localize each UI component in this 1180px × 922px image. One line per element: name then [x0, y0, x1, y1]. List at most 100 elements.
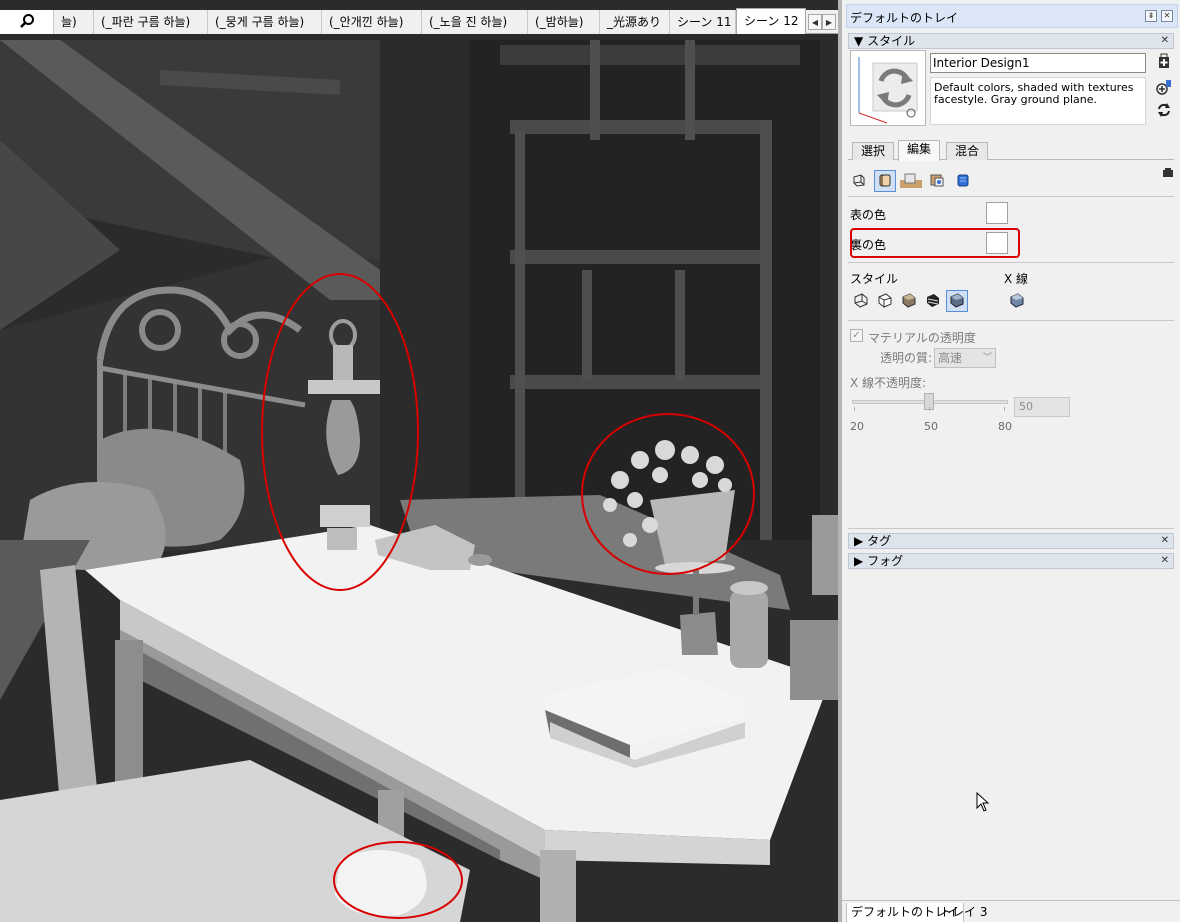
fog-section-title: フォグ	[867, 554, 904, 568]
create-style-icon	[1157, 53, 1171, 72]
scene-tab-active[interactable]: シーン 12	[736, 8, 806, 34]
3d-viewport[interactable]: 늘) (_파란 구름 하늘) (_뭉게 구름 하늘) (_안개낀 하늘) (_노…	[0, 0, 838, 922]
back-color-highlight	[850, 228, 1020, 258]
wireframe-icon	[853, 292, 869, 311]
slider-tick	[854, 407, 855, 411]
slider-tick	[929, 407, 930, 411]
shaded-icon	[901, 292, 917, 311]
scene-tab[interactable]: (_파란 구름 하늘)	[94, 10, 208, 34]
scroll-tabs-left-button[interactable]: ◀	[808, 14, 822, 30]
pin-button[interactable]: ⇟	[1145, 10, 1157, 22]
modeling-settings-button[interactable]	[952, 170, 974, 192]
tab-edit[interactable]: 編集	[898, 140, 941, 161]
default-tray: デフォルトのトレイ ⇟ ✕ ▼ スタイル ✕ Interior Design1 …	[838, 0, 1180, 922]
refresh-icon	[1156, 102, 1172, 121]
background-settings-button[interactable]	[900, 170, 922, 192]
fog-section-header[interactable]: ▶ フォグ ✕	[848, 553, 1174, 569]
search-icon	[19, 13, 35, 32]
scene-tab[interactable]: シーン 11	[670, 10, 736, 34]
hidden-line-icon	[877, 292, 893, 311]
close-section-icon[interactable]: ✕	[1161, 534, 1169, 548]
scene-tab[interactable]: 늘)	[54, 10, 94, 34]
background-settings-icon	[900, 172, 922, 191]
wireframe-button[interactable]	[850, 290, 872, 312]
scene-tab-bar: 늘) (_파란 구름 하늘) (_뭉게 구름 하늘) (_안개낀 하늘) (_노…	[0, 8, 838, 34]
transparency-quality-select[interactable]: 高速 ﹀	[934, 348, 996, 368]
pin-icon: ⇟	[1147, 11, 1155, 20]
scene-render	[0, 0, 838, 922]
style-name-field[interactable]: Interior Design1	[930, 53, 1146, 73]
search-scenes-button[interactable]	[0, 10, 54, 34]
xray-icon	[1009, 292, 1025, 311]
face-settings-button[interactable]	[874, 170, 896, 192]
tray-title: デフォルトのトレイ	[850, 11, 959, 25]
tray-empty-area	[848, 570, 1174, 900]
scene-tab[interactable]: (_밤하늘)	[528, 10, 600, 34]
xray-button[interactable]	[1006, 290, 1028, 312]
modeling-settings-icon	[955, 172, 971, 191]
expand-triangle-icon: ▶	[854, 554, 864, 568]
triangle-right-icon: ▶	[825, 17, 833, 27]
tags-section-title: タグ	[867, 534, 892, 548]
transparency-label: マテリアルの透明度	[868, 331, 976, 345]
transparency-quality-label: 透明の質:	[880, 351, 933, 365]
detach-icon	[1162, 167, 1174, 182]
style-section-title: スタイル	[867, 34, 916, 48]
update-style-button[interactable]	[1156, 79, 1172, 98]
mouse-cursor-icon	[976, 792, 990, 812]
refresh-style-button[interactable]	[1156, 102, 1172, 121]
style-label: スタイル	[850, 272, 899, 286]
check-icon: ✓	[852, 330, 861, 341]
close-section-icon[interactable]: ✕	[1161, 34, 1169, 48]
style-subtabs: 選択 編集 混合	[848, 140, 1174, 161]
xray-opacity-label: X 線不透明度:	[850, 376, 927, 390]
create-style-button[interactable]	[1156, 53, 1172, 72]
front-color-swatch[interactable]	[986, 202, 1008, 224]
xray-opacity-value-field[interactable]: 50	[1014, 397, 1070, 417]
tags-section-header[interactable]: ▶ タグ ✕	[848, 533, 1174, 549]
scene-tab[interactable]: _光源あり	[600, 10, 670, 34]
monochrome-button[interactable]	[946, 290, 968, 312]
update-style-icon	[1156, 79, 1172, 98]
divider	[848, 320, 1174, 321]
slider-tick	[1004, 407, 1005, 411]
scene-tab[interactable]: (_노을 진 하늘)	[422, 10, 528, 34]
tab-mix[interactable]: 混合	[946, 142, 989, 160]
close-icon: ✕	[1163, 11, 1171, 20]
scene-tab[interactable]: (_뭉게 구름 하늘)	[208, 10, 322, 34]
collapse-triangle-icon: ▼	[854, 34, 864, 48]
style-section-header[interactable]: ▼ スタイル ✕	[848, 33, 1174, 49]
detach-button[interactable]	[1160, 166, 1176, 182]
transparency-checkbox[interactable]: ✓	[850, 329, 863, 342]
slider-tick-label: 20	[850, 420, 864, 433]
edge-settings-button[interactable]	[848, 170, 870, 192]
scene-tab[interactable]: (_안개낀 하늘)	[322, 10, 422, 34]
divider	[848, 528, 1174, 529]
shaded-textures-icon	[925, 292, 941, 311]
face-settings-icon	[877, 172, 893, 191]
tab-select[interactable]: 選択	[852, 142, 895, 160]
close-section-icon[interactable]: ✕	[1161, 554, 1169, 568]
triangle-left-icon: ◀	[811, 17, 819, 27]
monochrome-icon	[949, 292, 965, 311]
divider	[848, 196, 1174, 197]
style-description-field[interactable]: Default colors, shaded with textures fac…	[930, 77, 1146, 125]
front-color-label: 表の色	[850, 208, 887, 222]
chevron-down-icon: ﹀	[982, 353, 992, 363]
tray-titlebar: デフォルトのトレイ ⇟ ✕	[846, 4, 1178, 28]
watermark-settings-button[interactable]	[926, 170, 948, 192]
slider-tick-label: 80	[998, 420, 1012, 433]
close-tray-button[interactable]: ✕	[1161, 10, 1173, 22]
tray-footer-tabs: デフォルトのトレイ トレイ 3	[842, 900, 1180, 922]
tab-tray-3[interactable]: トレイ 3	[936, 903, 991, 922]
shaded-textures-button[interactable]	[922, 290, 944, 312]
edge-settings-icon	[851, 172, 867, 191]
hidden-line-button[interactable]	[874, 290, 896, 312]
watermark-settings-icon	[929, 172, 945, 191]
scroll-tabs-right-button[interactable]: ▶	[822, 14, 836, 30]
shaded-button[interactable]	[898, 290, 920, 312]
expand-triangle-icon: ▶	[854, 534, 864, 548]
divider	[848, 262, 1174, 263]
quality-select-value: 高速	[938, 351, 963, 365]
style-thumbnail[interactable]	[850, 50, 926, 126]
